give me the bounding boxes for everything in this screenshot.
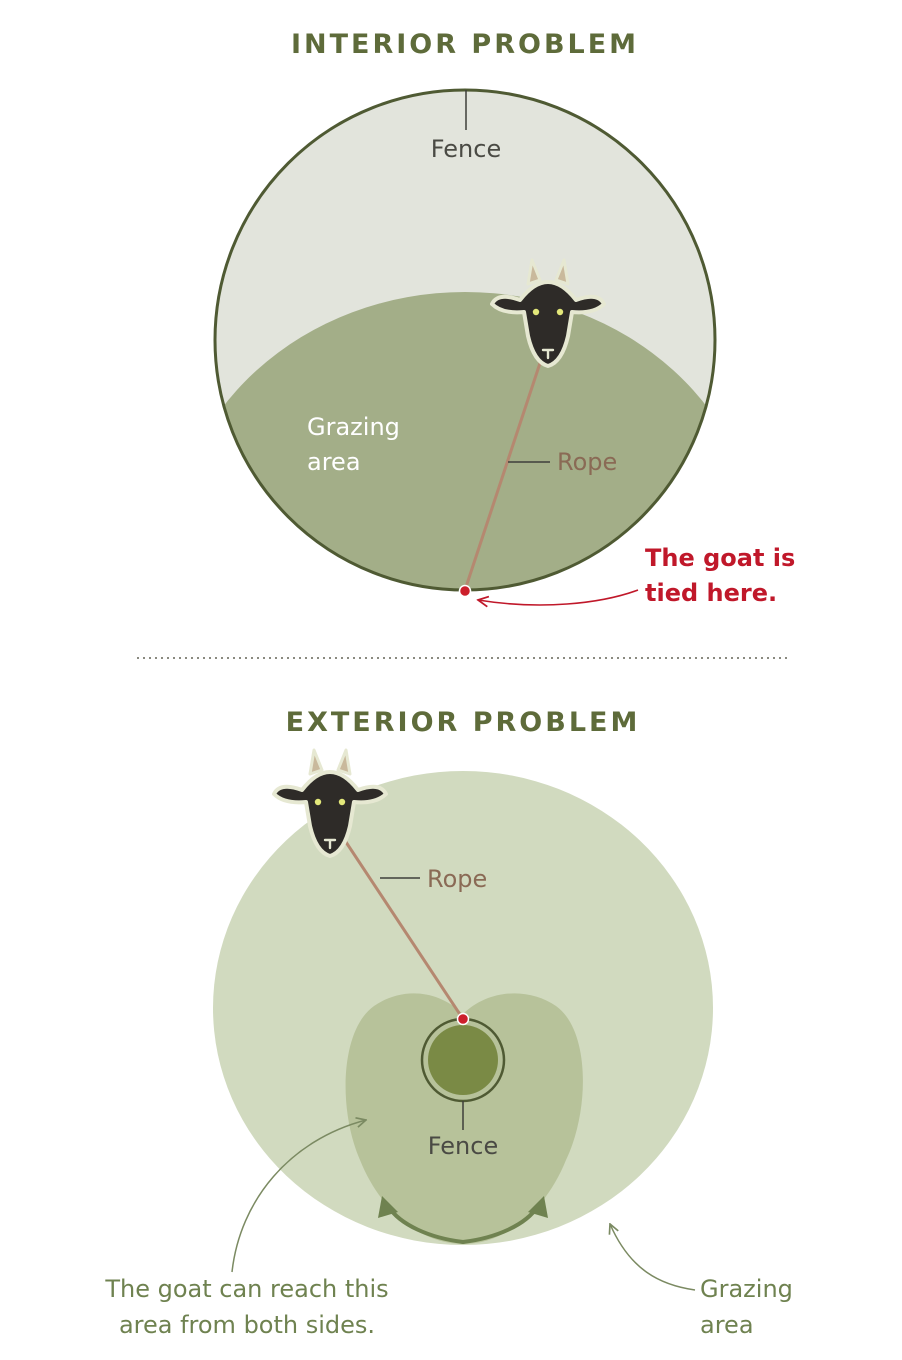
interior-rope-label: Rope — [557, 448, 617, 476]
interior-tie-label-2: tied here. — [645, 579, 777, 607]
interior-tie-label-1: The goat is — [645, 544, 795, 572]
both-sides-label-2: area from both sides. — [119, 1311, 375, 1339]
exterior-grazing-label-1: Grazing — [700, 1275, 793, 1303]
exterior-title: EXTERIOR PROBLEM — [286, 707, 641, 738]
both-sides-label-1: The goat can reach this — [104, 1275, 388, 1303]
exterior-fence-core — [428, 1025, 498, 1095]
interior-grazing-label-2: area — [307, 448, 361, 476]
interior-tie-point — [458, 584, 472, 598]
interior-title: INTERIOR PROBLEM — [291, 29, 639, 60]
interior-tie-arrow — [478, 589, 639, 605]
interior-grazing-label-1: Grazing — [307, 413, 400, 441]
interior-fence-label: Fence — [431, 135, 501, 163]
exterior-grazing-label-2: area — [700, 1311, 754, 1339]
exterior-fence-label: Fence — [428, 1132, 498, 1160]
grazing-pointer — [610, 1224, 696, 1291]
goat-grazing-diagram: INTERIOR PROBLEM Fence Grazing area Rope… — [104, 29, 795, 1339]
exterior-tie-point — [456, 1012, 470, 1026]
exterior-rope-label: Rope — [427, 865, 487, 893]
